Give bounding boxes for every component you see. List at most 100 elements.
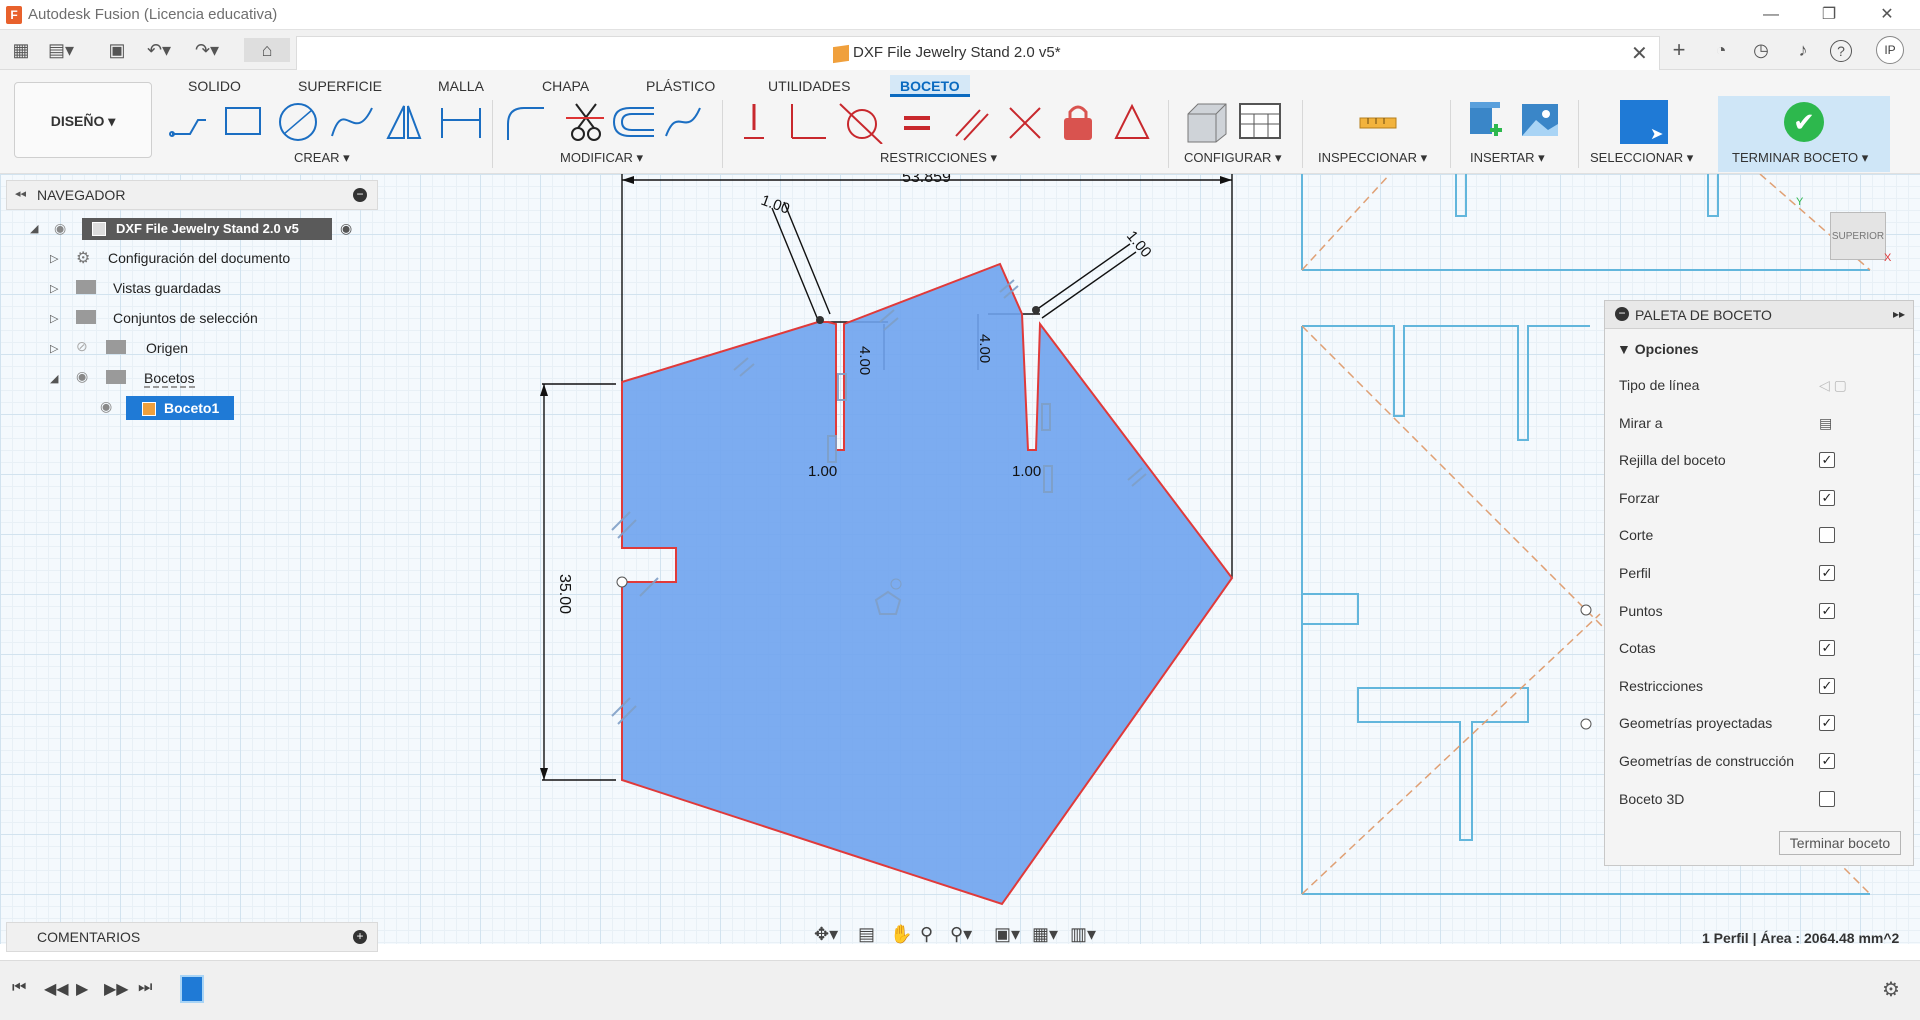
workspace-switcher[interactable]: DISEÑO ▾ [14,82,152,158]
insert-group-label[interactable]: INSERTAR ▾ [1470,150,1545,166]
look-at-icon[interactable]: ▤ [858,924,875,945]
comments-panel[interactable]: COMENTARIOS + [6,922,378,952]
fillet-icon[interactable] [507,107,544,140]
dimension-icon[interactable] [441,108,481,138]
select-group-label[interactable]: SELECCIONAR ▾ [1590,150,1693,166]
palette-option[interactable]: Restricciones ✓ [1619,677,1909,698]
sketch-point[interactable] [616,576,628,588]
redo-icon[interactable]: ↷▾ [194,38,220,62]
option-checkbox[interactable] [1819,527,1835,544]
close-tab-button[interactable]: ✕ [1631,41,1648,66]
go-to-end-icon[interactable]: ⏭ [138,979,152,997]
dim-depth1[interactable]: 4.00 [856,346,873,375]
option-checkbox[interactable]: ✓ [1819,753,1835,769]
dim-width[interactable]: 53.859 [902,174,951,186]
palette-option[interactable]: Mirar a ▤ [1619,415,1909,435]
trim-icon[interactable] [566,103,604,141]
expand-palette-icon[interactable]: ▸▸ [1893,307,1905,321]
tree-item-document-settings[interactable]: ▷ ⚙ Configuración del documento [6,248,378,274]
zoom-icon[interactable]: ⚲ [920,924,933,945]
warning-icon[interactable] [1114,103,1150,139]
palette-option[interactable]: Boceto 3D [1619,790,1909,811]
modify-group-label[interactable]: MODIFICAR ▾ [560,150,643,166]
browser-panel-header[interactable]: ◂◂ NAVEGADOR − [6,180,378,210]
lock-icon[interactable] [1064,105,1092,140]
tab-plastico[interactable]: PLÁSTICO [636,75,725,97]
tab-boceto[interactable]: BOCETO [890,75,970,97]
coincident-icon[interactable] [1009,107,1041,139]
palette-option[interactable]: Geometrías de construcción ✓ [1619,753,1909,773]
eye-hidden-icon[interactable]: ⊘ [76,338,88,355]
palette-option[interactable]: Corte [1619,527,1909,547]
perpendicular-icon[interactable] [791,104,826,139]
play-icon[interactable]: ▶ [76,979,88,999]
close-window-button[interactable]: ✕ [1876,4,1898,26]
tree-item-origin[interactable]: ▷ ⊘ Origen [6,338,378,364]
option-checkbox[interactable]: ✓ [1819,452,1835,469]
tree-root[interactable]: ◢ ◉ DXF File Jewelry Stand 2.0 v5 ◉ [6,218,378,244]
sketch-point[interactable] [1032,306,1040,314]
tab-malla[interactable]: MALLA [428,75,494,97]
palette-option[interactable]: Puntos ✓ [1619,602,1909,623]
apps-grid-icon[interactable]: ▦ [8,38,34,62]
restore-button[interactable]: ❐ [1818,4,1840,26]
palette-option[interactable]: Cotas ✓ [1619,640,1909,660]
select-icon[interactable]: ➤ [1620,100,1668,144]
palette-option[interactable]: Tipo de línea ◁ ▢ [1619,377,1909,397]
collapsed-icon[interactable]: ▷ [50,282,58,295]
expanded-icon[interactable]: ◢ [50,372,58,385]
fix-icon[interactable] [744,104,764,139]
measure-icon[interactable] [1358,100,1398,144]
root-component[interactable]: DXF File Jewelry Stand 2.0 v5 [82,218,332,240]
finish-sketch-button[interactable]: Terminar boceto [1779,831,1901,855]
line-type-icon[interactable]: ◁ ▢ [1819,377,1847,394]
parallel-icon[interactable] [955,109,989,141]
finish-sketch-label[interactable]: TERMINAR BOCETO ▾ [1732,150,1868,166]
insert-image-icon[interactable] [1522,104,1558,136]
pan-icon[interactable]: ✋ [890,924,912,945]
tangent-icon[interactable] [839,103,883,144]
avatar[interactable]: IP [1876,36,1904,64]
tab-utilidades[interactable]: UTILIDADES [758,75,860,97]
option-checkbox[interactable]: ✓ [1819,677,1835,694]
sketch-point[interactable] [816,316,824,324]
document-tab[interactable]: DXF File Jewelry Stand 2.0 v5* ✕ [296,36,1660,70]
dim-slot-w1[interactable]: 1.00 [759,192,792,218]
option-checkbox[interactable]: ✓ [1819,565,1835,581]
tree-item-selection-sets[interactable]: ▷ Conjuntos de selección [6,308,378,334]
palette-option[interactable]: Rejilla del boceto ✓ [1619,452,1909,472]
palette-header[interactable]: − PALETA DE BOCETO ▸▸ [1605,301,1913,329]
palette-option[interactable]: Forzar ✓ [1619,489,1909,510]
timeline-settings-icon[interactable]: ⚙ [1882,977,1900,1002]
line-icon[interactable] [169,119,206,137]
dim-depth2[interactable]: 4.00 [976,334,993,363]
dim-bottom1[interactable]: 1.00 [808,463,837,480]
notifications-icon[interactable]: ♪ [1790,38,1816,62]
home-icon[interactable]: ⌂ [244,38,290,62]
step-back-icon[interactable]: ◀◀ [44,979,69,999]
option-checkbox[interactable]: ✓ [1819,602,1835,619]
offset-icon[interactable] [612,107,654,137]
option-checkbox[interactable] [1819,790,1835,807]
undo-icon[interactable]: ↶▾ [146,38,172,62]
curve-icon[interactable] [665,107,701,137]
job-status-icon[interactable]: ◷ [1748,38,1774,62]
configure-group-label[interactable]: CONFIGURAR ▾ [1184,150,1282,166]
activate-radio-icon[interactable]: ◉ [340,220,352,237]
inspect-group-label[interactable]: INSPECCIONAR ▾ [1318,150,1427,166]
dim-slot-w2[interactable]: 1.00 [1123,228,1155,261]
collapsed-icon[interactable]: ▷ [50,312,58,325]
eye-icon[interactable]: ◉ [76,368,88,385]
expanded-icon[interactable]: ◢ [30,222,38,235]
collapse-panel-icon[interactable]: ◂◂ [15,187,26,200]
sketch-point[interactable] [1580,604,1592,616]
tree-item-sketch1[interactable]: ◉ Boceto1 [6,396,378,424]
orbit-icon[interactable]: ✥▾ [814,924,838,945]
save-icon[interactable]: ▣ [104,38,130,62]
sketch-point[interactable] [1580,718,1592,730]
option-checkbox[interactable]: ✓ [1819,640,1835,657]
equal-icon[interactable] [904,116,930,130]
fit-icon[interactable]: ⚲▾ [950,924,972,945]
constraints-group-label[interactable]: RESTRICCIONES ▾ [880,150,997,166]
grid-settings-icon[interactable]: ▦▾ [1032,924,1058,945]
